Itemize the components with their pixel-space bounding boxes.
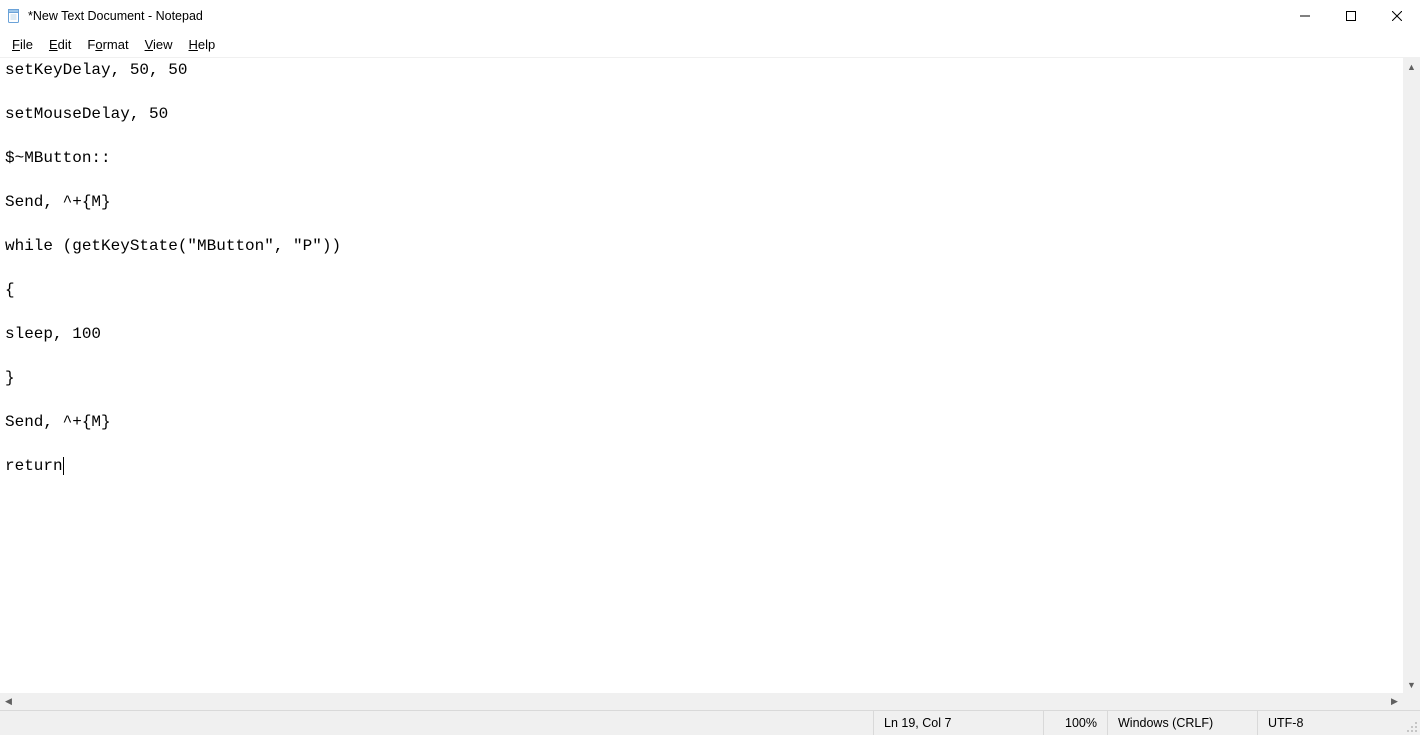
status-spacer [0,711,873,735]
text-editor[interactable]: setKeyDelay, 50, 50 setMouseDelay, 50 $~… [0,58,1403,693]
horizontal-scrollbar[interactable]: ◀ ▶ [0,693,1403,710]
menu-help[interactable]: Help [181,35,224,54]
menu-edit[interactable]: Edit [41,35,79,54]
title-bar: *New Text Document - Notepad [0,0,1420,32]
status-eol: Windows (CRLF) [1107,711,1257,735]
vertical-scrollbar[interactable]: ▲ ▼ [1403,58,1420,693]
menu-file[interactable]: File [4,35,41,54]
scroll-right-icon[interactable]: ▶ [1386,693,1403,710]
status-position: Ln 19, Col 7 [873,711,1043,735]
minimize-button[interactable] [1282,0,1328,32]
window-title: *New Text Document - Notepad [28,9,203,23]
scroll-up-icon[interactable]: ▲ [1403,58,1420,75]
menu-bar: File Edit Format View Help [0,32,1420,58]
menu-view[interactable]: View [137,35,181,54]
editor-container: setKeyDelay, 50, 50 setMouseDelay, 50 $~… [0,58,1420,710]
notepad-icon [6,8,22,24]
notepad-window: *New Text Document - Notepad File Edit F… [0,0,1420,735]
status-encoding: UTF-8 [1257,711,1403,735]
close-button[interactable] [1374,0,1420,32]
maximize-button[interactable] [1328,0,1374,32]
resize-grip[interactable] [1403,711,1420,735]
scrollbar-corner [1403,693,1420,710]
scroll-down-icon[interactable]: ▼ [1403,676,1420,693]
window-controls [1282,0,1420,32]
status-bar: Ln 19, Col 7 100% Windows (CRLF) UTF-8 [0,710,1420,735]
text-caret [63,457,64,475]
status-zoom: 100% [1043,711,1107,735]
menu-format[interactable]: Format [79,35,136,54]
scroll-left-icon[interactable]: ◀ [0,693,17,710]
